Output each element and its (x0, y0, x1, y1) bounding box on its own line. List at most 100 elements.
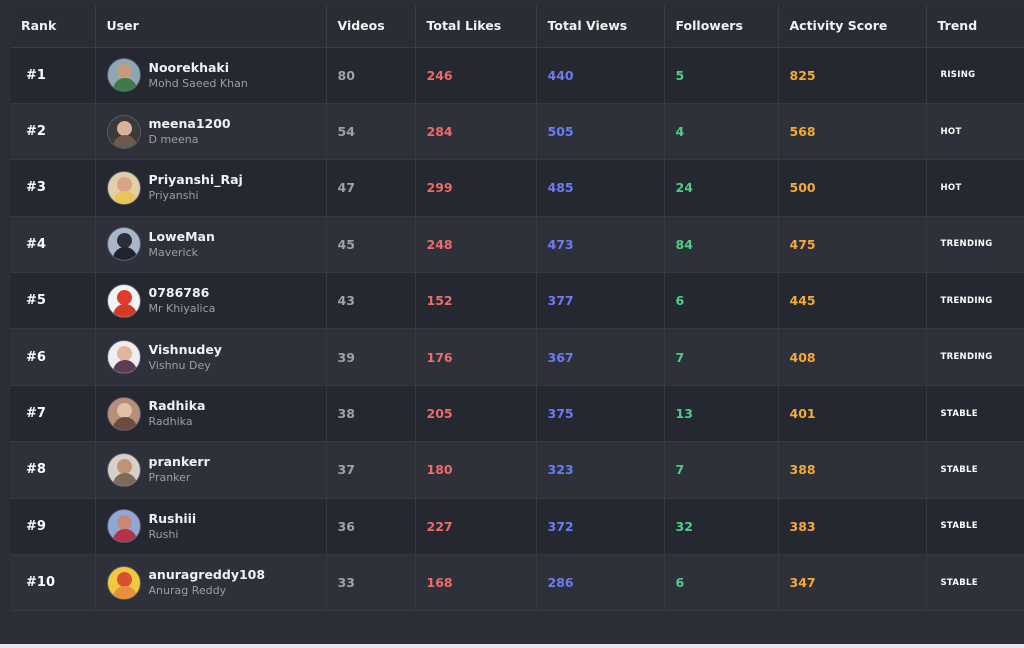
user-info[interactable]: 0786786 Mr Khiyalica (106, 283, 326, 318)
display-name: Pranker (148, 471, 191, 485)
avatar[interactable] (106, 227, 141, 262)
user-info[interactable]: Rushiii Rushi (106, 509, 326, 544)
rank-cell: #7 (10, 385, 96, 443)
avatar[interactable] (106, 396, 141, 431)
user-names: Rushiii Rushi (149, 510, 197, 543)
user-cell[interactable]: 0786786 Mr Khiyalica (95, 272, 327, 330)
avatar-face (116, 402, 132, 418)
username[interactable]: Noorekhaki (149, 59, 248, 76)
avatar-body (112, 360, 137, 374)
avatar[interactable] (106, 509, 141, 544)
table-row[interactable]: #4 LoweMan Maverick 45 248 473 84 475 TR… (10, 216, 1024, 274)
display-name: D meena (148, 133, 199, 147)
user-info[interactable]: anuragreddy108 Anurag Reddy (106, 565, 326, 600)
user-cell[interactable]: meena1200 D meena (95, 103, 327, 161)
table-row[interactable]: #6 Vishnudey Vishnu Dey 39 176 367 7 408… (10, 328, 1024, 386)
avatar[interactable] (106, 452, 141, 487)
display-name: Vishnu Dey (148, 358, 211, 372)
followers-cell: 32 (664, 498, 779, 556)
username[interactable]: meena1200 (149, 115, 231, 132)
avatar-face (116, 458, 132, 474)
table-row[interactable]: #2 meena1200 D meena 54 284 505 4 568 HO… (10, 103, 1024, 161)
table-row[interactable]: #8 prankerr Pranker 37 180 323 7 388 STA… (10, 441, 1024, 499)
user-cell[interactable]: Priyanshi_Raj Priyanshi (95, 159, 327, 217)
avatar[interactable] (106, 114, 141, 149)
likes-cell: 205 (415, 385, 537, 443)
display-name: Maverick (148, 245, 199, 259)
username[interactable]: prankerr (149, 453, 210, 470)
user-cell[interactable]: anuragreddy108 Anurag Reddy (95, 554, 327, 612)
user-info[interactable]: meena1200 D meena (106, 114, 326, 149)
header-activity-score[interactable]: Activity Score (778, 5, 927, 48)
table-row[interactable]: #9 Rushiii Rushi 36 227 372 32 383 STABL… (10, 498, 1024, 556)
user-cell[interactable]: Vishnudey Vishnu Dey (95, 328, 327, 386)
username[interactable]: Vishnudey (149, 341, 222, 358)
display-name: Anurag Reddy (148, 584, 227, 598)
username[interactable]: Rushiii (149, 510, 197, 527)
header-user[interactable]: User (95, 5, 327, 48)
avatar-face (116, 346, 132, 362)
views-cell: 372 (536, 498, 665, 556)
avatar[interactable] (106, 283, 141, 318)
username[interactable]: 0786786 (149, 284, 216, 301)
likes-cell: 246 (415, 47, 537, 104)
avatar[interactable] (106, 58, 141, 93)
user-info[interactable]: Vishnudey Vishnu Dey (106, 340, 326, 375)
header-total-likes[interactable]: Total Likes (415, 5, 537, 48)
trend-badge: STABLE (926, 385, 1024, 443)
activity-score-cell: 825 (778, 47, 927, 104)
videos-cell: 45 (326, 216, 416, 274)
avatar-face (116, 515, 132, 531)
user-cell[interactable]: Rushiii Rushi (95, 498, 327, 556)
username[interactable]: Priyanshi_Raj (149, 171, 243, 188)
table-row[interactable]: #5 0786786 Mr Khiyalica 43 152 377 6 445… (10, 272, 1024, 330)
views-cell: 375 (536, 385, 665, 443)
header-rank[interactable]: Rank (10, 5, 96, 48)
table-row[interactable]: #1 Noorekhaki Mohd Saeed Khan 80 246 440… (10, 47, 1024, 104)
videos-cell: 80 (326, 47, 416, 104)
rank-cell: #3 (10, 159, 96, 217)
activity-score-cell: 388 (778, 441, 927, 499)
header-total-views[interactable]: Total Views (536, 5, 665, 48)
user-names: Radhika Radhika (149, 397, 206, 430)
rank-cell: #1 (10, 47, 96, 104)
table-row[interactable]: #7 Radhika Radhika 38 205 375 13 401 STA… (10, 385, 1024, 443)
avatar[interactable] (106, 170, 141, 205)
user-cell[interactable]: prankerr Pranker (95, 441, 327, 499)
table-row[interactable]: #10 anuragreddy108 Anurag Reddy 33 168 2… (10, 554, 1024, 612)
followers-cell: 24 (664, 159, 779, 217)
views-cell: 323 (536, 441, 665, 499)
header-trend[interactable]: Trend (926, 5, 1024, 48)
avatar-body (112, 134, 137, 148)
views-cell: 440 (536, 47, 665, 104)
user-info[interactable]: Radhika Radhika (106, 396, 326, 431)
user-cell[interactable]: Noorekhaki Mohd Saeed Khan (95, 47, 327, 104)
videos-cell: 39 (326, 328, 416, 386)
avatar[interactable] (106, 340, 141, 375)
user-info[interactable]: Priyanshi_Raj Priyanshi (106, 170, 326, 205)
user-info[interactable]: LoweMan Maverick (106, 227, 326, 262)
videos-cell: 37 (326, 441, 416, 499)
user-cell[interactable]: LoweMan Maverick (95, 216, 327, 274)
username[interactable]: Radhika (149, 397, 206, 414)
username[interactable]: LoweMan (149, 228, 215, 245)
header-videos[interactable]: Videos (326, 5, 416, 48)
leaderboard-page: Rank User Videos Total Likes Total Views… (0, 0, 1024, 648)
likes-cell: 299 (415, 159, 537, 217)
header-followers[interactable]: Followers (664, 5, 779, 48)
user-names: Noorekhaki Mohd Saeed Khan (149, 59, 248, 92)
avatar-body (112, 190, 137, 204)
activity-score-cell: 383 (778, 498, 927, 556)
table-row[interactable]: #3 Priyanshi_Raj Priyanshi 47 299 485 24… (10, 159, 1024, 217)
avatar-face (116, 176, 132, 192)
display-name: Mohd Saeed Khan (148, 76, 248, 90)
user-cell[interactable]: Radhika Radhika (95, 385, 327, 443)
user-info[interactable]: Noorekhaki Mohd Saeed Khan (106, 58, 326, 93)
user-names: Vishnudey Vishnu Dey (149, 341, 222, 374)
user-info[interactable]: prankerr Pranker (106, 452, 326, 487)
username[interactable]: anuragreddy108 (149, 566, 266, 583)
bottom-divider (0, 644, 1024, 648)
avatar-body (112, 78, 137, 92)
avatar[interactable] (106, 565, 141, 600)
likes-cell: 284 (415, 103, 537, 161)
